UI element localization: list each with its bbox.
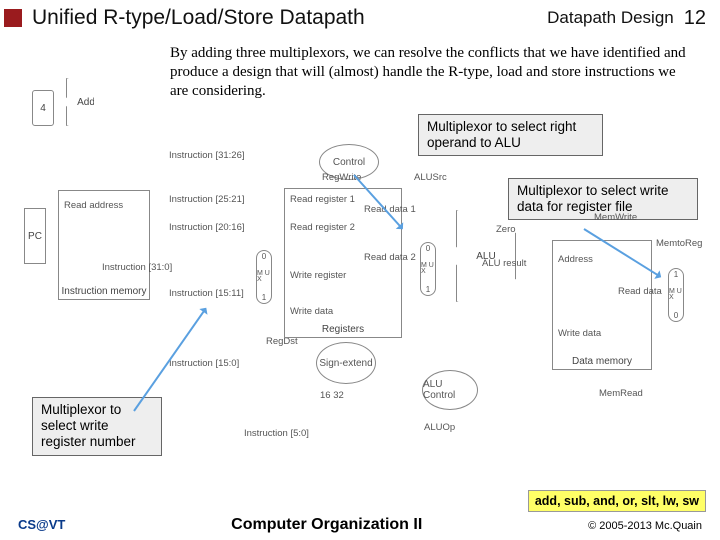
mux-0-label: 0 <box>426 244 430 253</box>
page-number: 12 <box>684 7 706 30</box>
mux-0-label: 0 <box>674 311 678 320</box>
mux-text: M U X <box>669 289 683 302</box>
aluop-label: ALUOp <box>424 422 455 433</box>
alu-result-label: ALU result <box>482 258 526 269</box>
title-bullet <box>4 9 22 27</box>
memtoreg-label: MemtoReg <box>656 238 702 249</box>
instr-25-21-label: Instruction [25:21] <box>169 194 245 205</box>
dm-read-data-label: Read data <box>618 286 662 297</box>
write-reg-label: Write register <box>290 270 346 281</box>
alu-control: ALU Control <box>422 370 478 410</box>
instr-31-26-label: Instruction [31:26] <box>169 150 245 161</box>
mux-0-label: 0 <box>262 252 266 261</box>
read-reg2-label: Read register 2 <box>290 222 355 233</box>
memread-label: MemRead <box>599 388 643 399</box>
footer-right: © 2005-2013 Mc.Quain <box>588 520 702 532</box>
mux-alusrc: 0 M U X 1 <box>420 242 436 296</box>
slide-header: Unified R-type/Load/Store Datapath Datap… <box>0 0 720 34</box>
write-data-label: Write data <box>290 306 333 317</box>
footer-center: Computer Organization II <box>65 516 588 534</box>
read-address-label: Read address <box>64 200 123 211</box>
alusrc-label: ALUSrc <box>414 172 447 183</box>
adder-block: Add <box>66 78 106 126</box>
memwrite-label: MemWrite <box>594 212 637 223</box>
mux-1-label: 1 <box>674 270 678 279</box>
mux-text: M U X <box>421 263 435 276</box>
slide-topic: Datapath Design <box>547 8 674 28</box>
body-paragraph: By adding three multiplexors, we can res… <box>170 44 690 100</box>
instr-5-0-label: Instruction [5:0] <box>244 428 309 439</box>
instruction-out-label: Instruction [31:0] <box>102 262 172 273</box>
footer-left: CS@VT <box>18 517 65 532</box>
slide-footer: CS@VT Computer Organization II © 2005-20… <box>0 516 720 534</box>
read-reg1-label: Read register 1 <box>290 194 355 205</box>
sign-extend: Sign-extend <box>316 342 376 384</box>
mux-1-label: 1 <box>262 293 266 302</box>
instr-15-0-label: Instruction [15:0] <box>169 358 239 369</box>
mux-memtoreg: 1 M U X 0 <box>668 268 684 322</box>
dm-address-label: Address <box>558 254 593 265</box>
read-data2-label: Read data 2 <box>364 252 416 263</box>
mux-1-label: 1 <box>426 285 430 294</box>
slide-title: Unified R-type/Load/Store Datapath <box>32 6 547 30</box>
instr-20-16-label: Instruction [20:16] <box>169 222 245 233</box>
datapath-diagram: 4 Add PC Instruction memory Read address… <box>24 150 706 480</box>
instruction-list-bar: add, sub, and, or, slt, lw, sw <box>528 490 706 512</box>
zero-label: Zero <box>496 224 516 235</box>
pc-register: PC <box>24 208 46 264</box>
mux-text: M U X <box>257 271 271 284</box>
pcadder-4: 4 <box>32 90 54 126</box>
sign-extend-label: Sign-extend <box>319 358 372 369</box>
instr-15-11-label: Instruction [15:11] <box>169 288 244 299</box>
sign-extend-width: 16 32 <box>320 390 344 401</box>
dm-write-data-label: Write data <box>558 328 601 339</box>
mux-regdst: 0 M U X 1 <box>256 250 272 304</box>
